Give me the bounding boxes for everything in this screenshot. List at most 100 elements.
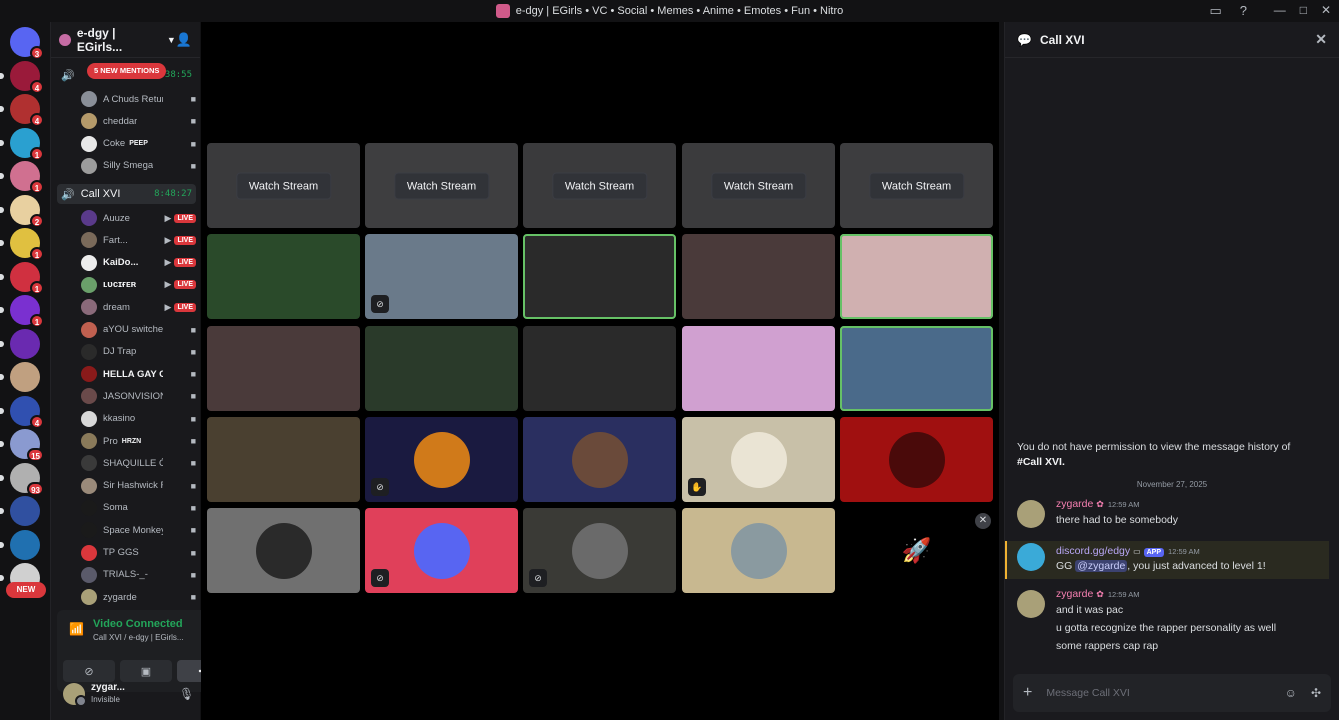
vc-subtitle[interactable]: Call XVI / e-dgy | EGirls... <box>93 633 184 642</box>
voice-user[interactable]: HELLA GAY C... ■ <box>81 364 196 384</box>
avatar[interactable] <box>1017 590 1045 618</box>
voice-user[interactable]: ʟᴜᴄɪғᴇʀ ▶ LIVE <box>81 275 196 295</box>
stream-tile[interactable]: Watch Stream <box>207 143 360 228</box>
video-tile[interactable]: ⊘ <box>365 508 518 593</box>
video-tile[interactable] <box>840 326 993 411</box>
video-tile[interactable] <box>682 326 835 411</box>
server-icon-6[interactable]: 2 <box>0 194 44 228</box>
close-icon[interactable]: ✕ <box>1315 31 1327 48</box>
video-tile[interactable] <box>682 508 835 593</box>
rocket-activity-icon[interactable]: 🚀 <box>902 536 932 565</box>
server-icon-5[interactable]: 1 <box>0 161 44 194</box>
voice-user[interactable]: Auuze ▶ LIVE <box>81 208 196 228</box>
close-tile-icon[interactable]: ✕ <box>975 513 991 529</box>
invite-icon[interactable]: 👤 <box>176 32 192 48</box>
close-window-button[interactable]: ✕ <box>1321 3 1331 17</box>
avatar[interactable] <box>1017 543 1045 571</box>
voice-user[interactable]: KaiDo... ▶ LIVE <box>81 253 196 273</box>
server-icon-2[interactable]: 4 <box>0 60 44 94</box>
stream-tile[interactable]: Watch Stream <box>523 143 676 228</box>
server-icon-8[interactable]: 1 <box>0 261 44 295</box>
server-icon-9[interactable]: 1 <box>0 295 44 328</box>
camera-icon: ▶ <box>164 279 172 290</box>
voice-user[interactable]: kkasino ■ <box>81 409 196 429</box>
video-tile[interactable]: ⊘ <box>365 417 518 502</box>
video-tile[interactable] <box>207 417 360 502</box>
avatar[interactable] <box>1017 500 1045 528</box>
server-icon-16[interactable] <box>0 529 40 560</box>
voice-user[interactable]: DJ Trap ■ <box>81 342 196 362</box>
stream-tile[interactable]: Watch Stream <box>682 143 835 228</box>
watch-stream-button[interactable]: Watch Stream <box>868 172 965 199</box>
server-icon-12[interactable]: 4 <box>0 395 44 429</box>
message-author[interactable]: discord.gg/edgy <box>1056 545 1130 557</box>
watch-stream-button[interactable]: Watch Stream <box>235 172 332 199</box>
watch-stream-button[interactable]: Watch Stream <box>551 172 648 199</box>
message-author[interactable]: zygarde <box>1056 498 1093 510</box>
voice-user[interactable]: zygarde ■ <box>81 587 196 607</box>
new-unreads-pill[interactable]: NEW <box>6 582 46 598</box>
minimize-button[interactable]: — <box>1274 3 1286 17</box>
video-tile[interactable] <box>682 234 835 319</box>
voice-user[interactable]: aYOU switche... ■ <box>81 320 196 340</box>
stream-tile[interactable]: Watch Stream <box>365 143 518 228</box>
avatar[interactable] <box>63 683 87 707</box>
watch-stream-button[interactable]: Watch Stream <box>393 172 490 199</box>
video-tile[interactable] <box>523 234 676 319</box>
voice-user[interactable]: A Chuds Return ■ <box>81 89 196 109</box>
maximize-button[interactable]: □ <box>1300 3 1307 17</box>
video-tile[interactable] <box>523 326 676 411</box>
help-icon[interactable]: ? <box>1240 3 1247 19</box>
voice-user[interactable]: Pro HRZN ■ <box>81 431 196 451</box>
vc-status[interactable]: Video Connected <box>93 618 183 630</box>
video-tile[interactable] <box>840 417 993 502</box>
voice-user[interactable]: Silly Smega ■ <box>81 156 196 176</box>
message-input[interactable]: Message Call XVI <box>1046 687 1129 699</box>
video-tile[interactable] <box>523 417 676 502</box>
server-icon-7[interactable]: 1 <box>0 228 44 261</box>
user-status: Invisible <box>91 695 120 704</box>
add-attachment-icon[interactable]: + <box>1023 684 1032 702</box>
server-icon-14[interactable]: 93 <box>0 462 44 496</box>
voice-user[interactable]: TP GGS ■ <box>81 543 196 563</box>
emoji-icon[interactable]: ☺ <box>1285 686 1297 700</box>
server-icon-10[interactable] <box>0 328 40 359</box>
video-tile[interactable]: ⊘ <box>523 508 676 593</box>
video-tile[interactable]: ✋ <box>682 417 835 502</box>
user-mention[interactable]: @zygarde <box>1075 560 1128 572</box>
voice-user[interactable]: JASONVISION... ■ <box>81 386 196 406</box>
voice-user[interactable]: dream ▶ LIVE <box>81 297 196 317</box>
voice-channel-call-xvi[interactable]: 🔊 Call XVI 8:48:27 <box>57 184 196 204</box>
video-tile[interactable] <box>207 234 360 319</box>
video-tile[interactable] <box>365 326 518 411</box>
microphone-icon[interactable]: 🎙 <box>179 687 194 701</box>
channel-mention[interactable]: #Call XVI. <box>1017 456 1065 468</box>
server-icon-13[interactable]: 15 <box>0 429 44 462</box>
apps-icon[interactable]: ✣ <box>1311 686 1321 700</box>
new-mentions-pill[interactable]: 5 NEW MENTIONS <box>87 63 167 79</box>
server-icon-3[interactable]: 4 <box>0 94 44 127</box>
server-icon-4[interactable]: 1 <box>0 127 44 161</box>
voice-user[interactable]: TRIALS-_- ■ <box>81 565 196 585</box>
voice-user[interactable]: SHAQUILLE Ó ÁN... ■ <box>81 453 196 473</box>
server-icon-1[interactable]: 3 <box>10 27 44 60</box>
message-author[interactable]: zygarde <box>1056 588 1093 600</box>
voice-user[interactable]: Soma ■ <box>81 498 196 518</box>
server-icon-15[interactable] <box>0 496 40 526</box>
username[interactable]: zygar... <box>91 682 125 694</box>
video-tile[interactable]: 🚀 <box>840 508 993 593</box>
voice-user[interactable]: Space Monkeys ■ <box>81 520 196 540</box>
watch-stream-button[interactable]: Watch Stream <box>710 172 807 199</box>
voice-user[interactable]: Fart... ▶ LIVE <box>81 230 196 250</box>
video-tile[interactable] <box>207 326 360 411</box>
inbox-icon[interactable]: ▭ <box>1209 3 1221 19</box>
guild-header[interactable]: e-dgy | EGirls... ▼ 👤 <box>51 22 200 58</box>
voice-user[interactable]: Sir Hashwick R... ■ <box>81 476 196 496</box>
video-tile[interactable] <box>840 234 993 319</box>
video-tile[interactable]: ⊘ <box>365 234 518 319</box>
voice-user[interactable]: cheddar ■ <box>81 111 196 131</box>
server-icon-11[interactable] <box>0 362 40 392</box>
stream-tile[interactable]: Watch Stream <box>840 143 993 228</box>
video-tile[interactable] <box>207 508 360 593</box>
voice-user[interactable]: Coke PEEP ■ <box>81 134 196 154</box>
